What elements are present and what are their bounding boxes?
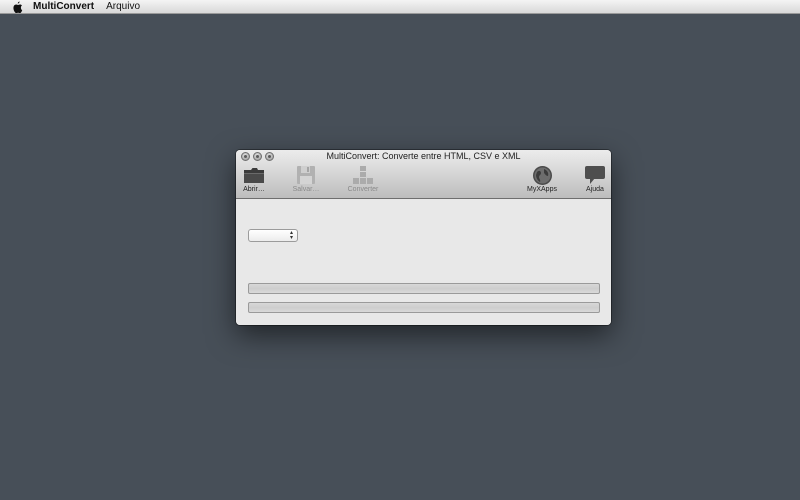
app-menu[interactable]: MultiConvert xyxy=(33,1,94,12)
myxapps-button[interactable]: MyXApps xyxy=(522,164,562,198)
convert-button[interactable]: Converter xyxy=(343,164,383,198)
help-button[interactable]: Ajuda xyxy=(575,164,611,198)
window-content: ▴ ▾ xyxy=(236,199,611,325)
help-label: Ajuda xyxy=(586,186,604,193)
convert-icon xyxy=(351,164,375,186)
speech-bubble-icon xyxy=(583,164,607,186)
convert-label: Converter xyxy=(347,186,379,193)
toolbar: Abrir… Salvar… Converter MyXApps Ajuda xyxy=(236,164,611,198)
floppy-disk-icon xyxy=(294,164,318,186)
progress-bar-2 xyxy=(248,302,600,313)
menu-bar: MultiConvert Arquivo xyxy=(0,0,800,14)
globe-icon xyxy=(530,164,554,186)
window-title: MultiConvert: Converte entre HTML, CSV e… xyxy=(326,151,521,161)
menu-arquivo[interactable]: Arquivo xyxy=(106,1,140,12)
title-bar: MultiConvert: Converte entre HTML, CSV e… xyxy=(236,150,611,199)
myxapps-label: MyXApps xyxy=(527,186,557,193)
select-arrows-icon: ▴ ▾ xyxy=(289,230,293,241)
save-label: Salvar… xyxy=(292,186,320,193)
progress-bar-1 xyxy=(248,283,600,294)
main-window: MultiConvert: Converte entre HTML, CSV e… xyxy=(236,150,611,325)
folder-icon xyxy=(242,164,266,186)
open-button[interactable]: Abrir… xyxy=(236,164,274,198)
apple-menu-icon[interactable] xyxy=(11,1,23,13)
format-select[interactable]: ▴ ▾ xyxy=(248,229,298,242)
save-button[interactable]: Salvar… xyxy=(286,164,326,198)
open-label: Abrir… xyxy=(243,186,265,193)
